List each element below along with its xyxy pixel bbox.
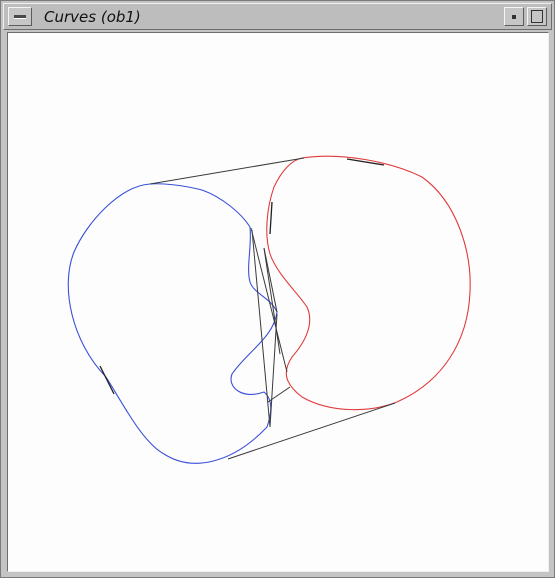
curves-drawing <box>67 155 471 464</box>
drawing-canvas[interactable] <box>7 32 549 572</box>
minimize-icon <box>512 15 516 19</box>
window-title: Curves (ob1) <box>44 8 141 26</box>
blue-curve <box>67 183 278 464</box>
maximize-icon <box>531 10 543 23</box>
minimize-button[interactable] <box>504 7 524 26</box>
window-menu-button[interactable] <box>8 7 32 26</box>
curves-window: Curves (ob1) <box>0 0 555 578</box>
title-bar[interactable]: Curves (ob1) <box>3 3 552 30</box>
red-curve <box>266 155 471 411</box>
window-menu-icon <box>14 15 26 19</box>
highlight-segments <box>99 158 385 395</box>
maximize-button[interactable] <box>527 7 547 26</box>
